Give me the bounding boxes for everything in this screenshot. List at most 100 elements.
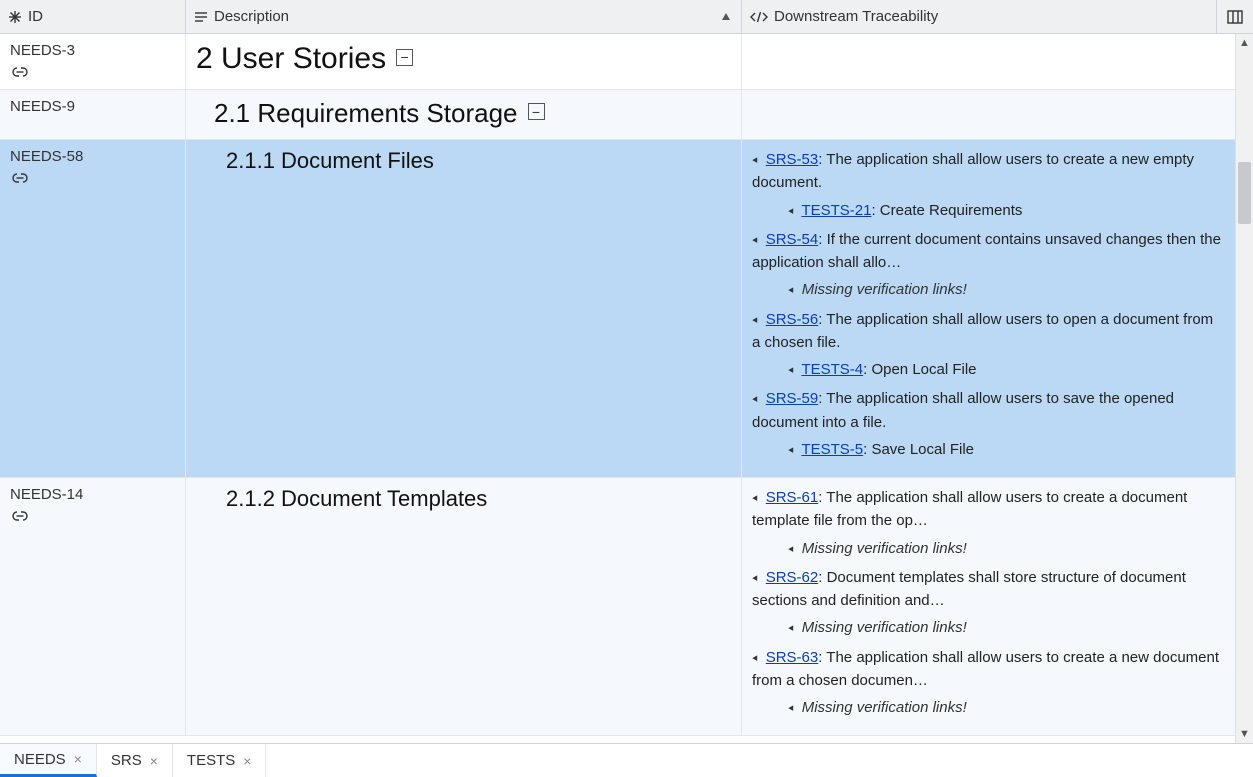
- section-heading: 2.1.1 Document Files: [226, 148, 731, 174]
- section-title: 2.1.2 Document Templates: [226, 486, 487, 511]
- trace-entry: ◂ SRS-61: The application shall allow us…: [752, 486, 1225, 533]
- trace-link[interactable]: SRS-56: [766, 311, 819, 328]
- trace-cell: ◂ SRS-53 : The application shall allow us…: [742, 140, 1235, 477]
- trace-link[interactable]: SRS-61: [766, 489, 819, 506]
- link-icon: [10, 65, 175, 79]
- column-config-button[interactable]: [1217, 0, 1253, 33]
- triangle-left-icon: ◂: [752, 490, 757, 507]
- id-cell: NEEDS-58: [0, 140, 186, 477]
- trace-text: : Document templates shall store structu…: [752, 569, 1186, 609]
- scroll-up-arrow-icon[interactable]: ▲: [1236, 34, 1253, 52]
- table-row[interactable]: NEEDS-58 2.1.1 Document Files ◂ SRS-53 : Th…: [0, 140, 1235, 478]
- description-cell: 2.1.1 Document Files: [186, 140, 742, 477]
- trace-sub-entry: ◂ TESTS-4: Open Local File: [752, 358, 1225, 381]
- document-tabs: NEEDS×SRS×TESTS×: [0, 743, 1253, 777]
- section-heading: 2.1.2 Document Templates: [226, 486, 731, 512]
- requirement-id: NEEDS-9: [10, 98, 175, 115]
- triangle-left-icon: ◂: [788, 620, 793, 637]
- collapse-toggle[interactable]: −: [528, 103, 545, 120]
- column-header-description-label: Description: [214, 8, 289, 25]
- table-row[interactable]: NEEDS-3 2 User Stories−: [0, 34, 1235, 90]
- vertical-scrollbar[interactable]: ▲ ▼: [1235, 34, 1253, 743]
- collapse-toggle[interactable]: −: [396, 49, 413, 66]
- triangle-left-icon: ◂: [752, 152, 757, 169]
- close-icon[interactable]: ×: [74, 751, 82, 767]
- trace-text: : The application shall allow users to c…: [752, 649, 1219, 689]
- trace-link[interactable]: SRS-53: [766, 151, 819, 168]
- tab-label: TESTS: [187, 752, 235, 769]
- trace-text: : Save Local File: [863, 441, 974, 458]
- trace-cell: [742, 90, 1235, 139]
- triangle-left-icon: ◂: [752, 232, 757, 249]
- table-row[interactable]: NEEDS-14 2.1.2 Document Templates ◂ SRS-61…: [0, 478, 1235, 736]
- missing-links-warning: Missing verification links!: [802, 540, 967, 557]
- trace-link[interactable]: TESTS-4: [801, 361, 863, 378]
- section-heading: 2.1 Requirements Storage−: [214, 98, 731, 129]
- trace-link[interactable]: SRS-63: [766, 649, 819, 666]
- trace-sub-entry: ◂ Missing verification links!: [752, 537, 1225, 560]
- column-header-trace[interactable]: Downstream Traceability: [742, 0, 1217, 33]
- id-cell: NEEDS-9: [0, 90, 186, 139]
- triangle-left-icon: ◂: [752, 570, 757, 587]
- trace-link[interactable]: SRS-59: [766, 390, 819, 407]
- trace-link[interactable]: TESTS-5: [801, 441, 863, 458]
- trace-link[interactable]: SRS-62: [766, 569, 819, 586]
- id-cell: NEEDS-14: [0, 478, 186, 735]
- triangle-left-icon: ◂: [788, 442, 793, 459]
- trace-cell: [742, 34, 1235, 89]
- tab-needs[interactable]: NEEDS ×: [0, 744, 97, 777]
- tab-label: NEEDS: [14, 751, 66, 768]
- description-cell: 2.1 Requirements Storage−: [186, 90, 742, 139]
- requirement-id: NEEDS-3: [10, 42, 175, 59]
- missing-links-warning: Missing verification links!: [802, 699, 967, 716]
- triangle-left-icon: ◂: [788, 203, 793, 220]
- columns-icon: [1227, 10, 1243, 24]
- triangle-left-icon: ◂: [788, 282, 793, 299]
- section-title: 2.1.1 Document Files: [226, 148, 434, 173]
- sort-ascending-icon: [721, 12, 731, 22]
- trace-text: : The application shall allow users to c…: [752, 489, 1187, 529]
- triangle-left-icon: ◂: [788, 362, 793, 379]
- triangle-left-icon: ◂: [752, 650, 757, 667]
- app-root: ID Description Downstream Traceability N…: [0, 0, 1253, 777]
- trace-sub-entry: ◂ TESTS-21: Create Requirements: [752, 199, 1225, 222]
- trace-link[interactable]: SRS-54: [766, 231, 819, 248]
- link-icon: [10, 509, 175, 523]
- trace-sub-entry: ◂ TESTS-5: Save Local File: [752, 438, 1225, 461]
- trace-entry: ◂ SRS-63: The application shall allow us…: [752, 646, 1225, 693]
- column-header-row: ID Description Downstream Traceability: [0, 0, 1253, 34]
- table-row[interactable]: NEEDS-9 2.1 Requirements Storage−: [0, 90, 1235, 140]
- close-icon[interactable]: ×: [150, 753, 158, 769]
- close-icon[interactable]: ×: [243, 753, 251, 769]
- trace-text: : The application shall allow users to o…: [752, 311, 1213, 351]
- trace-text: : Create Requirements: [871, 202, 1022, 219]
- section-title: 2 User Stories: [196, 42, 386, 76]
- triangle-left-icon: ◂: [752, 391, 757, 408]
- column-header-id-label: ID: [28, 8, 43, 25]
- column-header-id[interactable]: ID: [0, 0, 186, 33]
- trace-entry: ◂ SRS-53: The application shall allow us…: [752, 148, 1225, 195]
- tab-tests[interactable]: TESTS ×: [173, 744, 267, 777]
- link-icon: [10, 171, 175, 185]
- missing-links-warning: Missing verification links!: [802, 619, 967, 636]
- trace-entry: ◂ SRS-62: Document templates shall store…: [752, 566, 1225, 613]
- trace-text: : If the current document contains unsav…: [752, 231, 1221, 271]
- trace-entry: ◂ SRS-59: The application shall allow us…: [752, 387, 1225, 434]
- column-header-trace-label: Downstream Traceability: [774, 8, 938, 25]
- column-header-description[interactable]: Description: [186, 0, 742, 33]
- trace-link[interactable]: TESTS-21: [801, 202, 871, 219]
- trace-entry: ◂ SRS-56: The application shall allow us…: [752, 308, 1225, 355]
- tab-srs[interactable]: SRS×: [97, 744, 173, 777]
- requirement-id: NEEDS-58: [10, 148, 175, 165]
- trace-sub-entry: ◂ Missing verification links!: [752, 278, 1225, 301]
- scroll-thumb[interactable]: [1238, 162, 1251, 224]
- missing-links-warning: Missing verification links!: [802, 281, 967, 298]
- description-cell: 2 User Stories−: [186, 34, 742, 89]
- section-title: 2.1 Requirements Storage: [214, 98, 518, 129]
- grid-body-wrap: NEEDS-32 User Stories−NEEDS-92.1 Require…: [0, 34, 1253, 743]
- triangle-left-icon: ◂: [788, 541, 793, 558]
- description-cell: 2.1.2 Document Templates: [186, 478, 742, 735]
- code-icon: [750, 10, 768, 24]
- scroll-down-arrow-icon[interactable]: ▼: [1236, 725, 1253, 743]
- trace-text: : Open Local File: [863, 361, 976, 378]
